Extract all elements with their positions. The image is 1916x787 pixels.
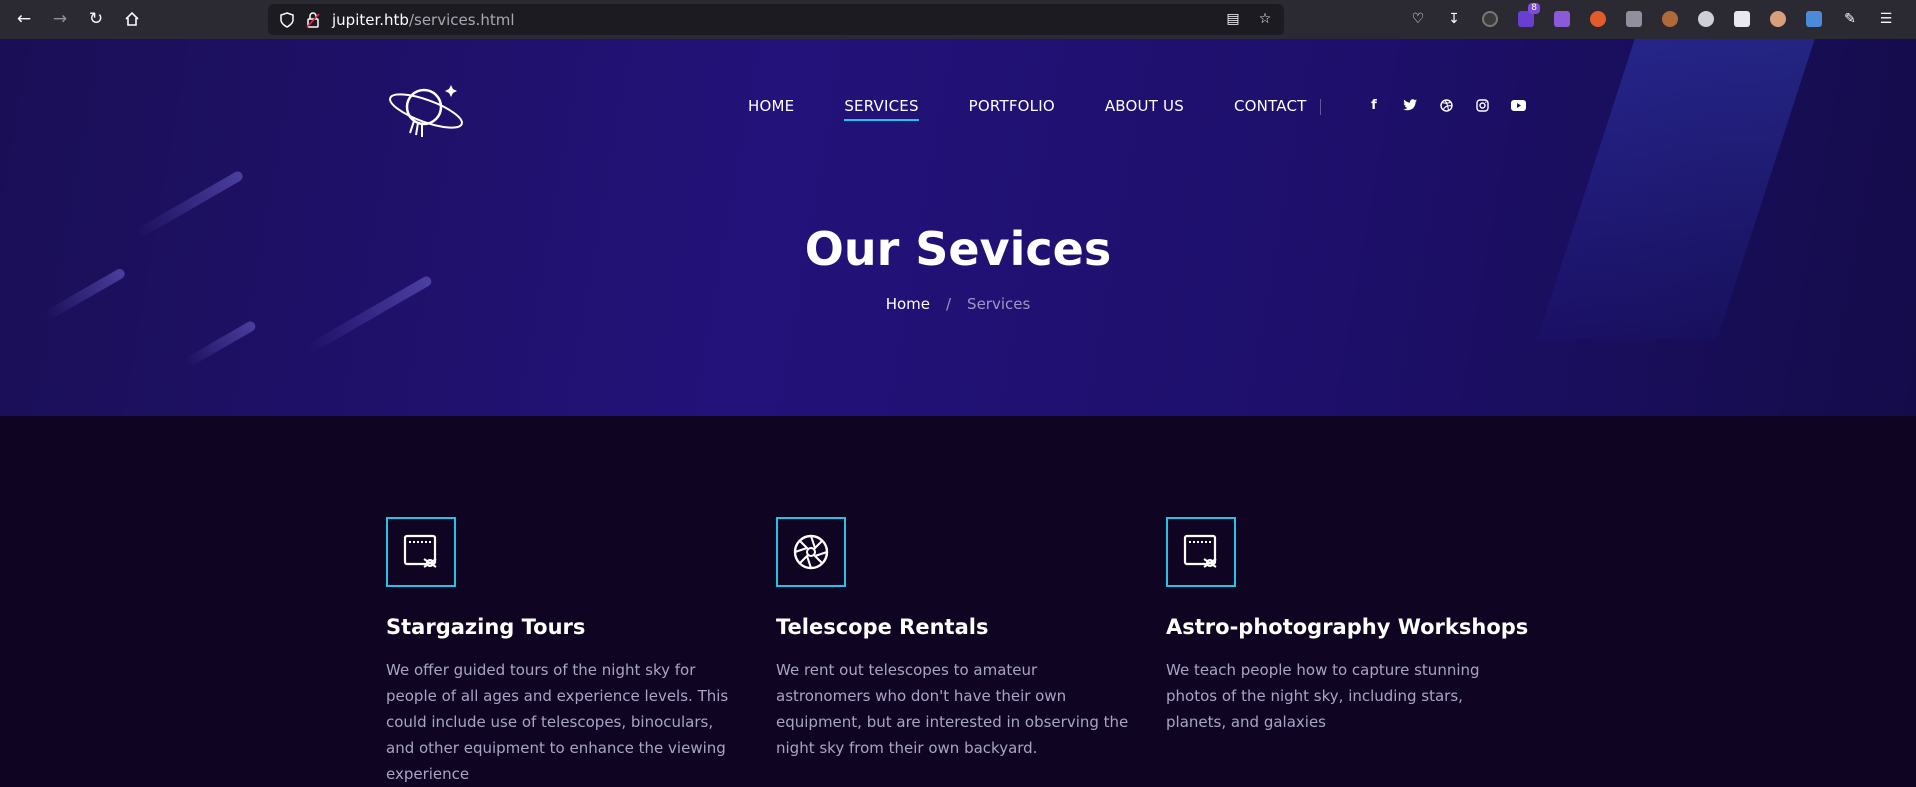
robot-extension-icon[interactable]: [1692, 5, 1720, 33]
main-nav: HOME SERVICES PORTFOLIO ABOUT US CONTACT: [748, 97, 1357, 121]
service-title: Astro-photography Workshops: [1166, 615, 1529, 639]
social-links: f: [1364, 95, 1528, 115]
back-button[interactable]: ←: [6, 4, 42, 34]
url-host: jupiter.htb: [332, 10, 409, 29]
nav-contact[interactable]: CONTACT: [1234, 97, 1307, 121]
service-card: Stargazing Tours We offer guided tours o…: [386, 517, 756, 787]
service-icon-box: [1166, 517, 1236, 587]
back-arrow-icon: ←: [16, 9, 32, 29]
forward-arrow-icon: →: [52, 9, 68, 29]
extensions-menu-icon[interactable]: ✎: [1836, 5, 1864, 33]
service-icon-box: [386, 517, 456, 587]
dribbble-icon[interactable]: [1436, 95, 1456, 115]
aperture-icon: [793, 534, 829, 570]
twitter-icon[interactable]: [1400, 95, 1420, 115]
duckduckgo-icon[interactable]: [1584, 5, 1612, 33]
breadcrumb-separator: /: [945, 295, 952, 313]
face-extension-icon[interactable]: [1764, 5, 1792, 33]
download-icon[interactable]: ↧: [1440, 5, 1468, 33]
nav-home[interactable]: HOME: [748, 97, 794, 121]
page-title: Our Sevices: [804, 222, 1112, 276]
breadcrumb: Home / Services: [0, 295, 1916, 313]
service-description: We teach people how to capture stunning …: [1166, 661, 1480, 731]
hero-banner: HOME SERVICES PORTFOLIO ABOUT US CONTACT…: [0, 39, 1916, 416]
photo-edit-icon: [403, 534, 437, 568]
wallet-extension-icon[interactable]: [1728, 5, 1756, 33]
instagram-icon[interactable]: [1472, 95, 1492, 115]
reader-view-icon[interactable]: ▤: [1222, 8, 1244, 30]
service-icon-box: [776, 517, 846, 587]
pocket-icon[interactable]: ♡: [1404, 5, 1432, 33]
decor-streak: [306, 274, 434, 354]
service-card: Astro-photography Workshops We teach peo…: [1166, 517, 1536, 735]
breadcrumb-home[interactable]: Home: [886, 295, 930, 313]
photo-edit-icon: [1183, 534, 1217, 568]
nav-portfolio[interactable]: PORTFOLIO: [969, 97, 1055, 121]
insecure-lock-icon[interactable]: [302, 9, 324, 31]
browser-toolbar: ← → ↻ jupiter.htb/services.html ▤ ☆ ♡ ↧ …: [0, 0, 1916, 39]
service-title: Stargazing Tours: [386, 615, 586, 639]
address-bar[interactable]: jupiter.htb/services.html ▤ ☆: [268, 4, 1284, 35]
nav-divider: [1320, 99, 1321, 115]
hamburger-menu-icon[interactable]: ☰: [1872, 5, 1900, 33]
url-path: /services.html: [408, 10, 515, 29]
wappalyzer-icon[interactable]: [1800, 5, 1828, 33]
nav-services[interactable]: SERVICES: [844, 97, 920, 121]
puzzle-extension-icon[interactable]: [1620, 5, 1648, 33]
reload-button[interactable]: ↻: [78, 4, 114, 34]
extension-badge: 8: [1528, 3, 1540, 14]
bookmark-star-icon[interactable]: ☆: [1254, 8, 1276, 30]
service-card: Telescope Rentals We rent out telescopes…: [776, 517, 1146, 761]
profile-extension-icon[interactable]: [1476, 5, 1504, 33]
decor-streak: [182, 319, 258, 369]
service-title: Telescope Rentals: [776, 615, 989, 639]
decor-light-beam: [1537, 39, 1815, 339]
home-icon: [125, 11, 139, 26]
url-text[interactable]: jupiter.htb/services.html: [332, 11, 515, 29]
facebook-icon[interactable]: f: [1364, 95, 1384, 115]
home-button[interactable]: [114, 4, 150, 34]
youtube-icon[interactable]: [1508, 95, 1528, 115]
cube-extension-icon[interactable]: [1548, 5, 1576, 33]
shield-icon[interactable]: [276, 9, 298, 31]
service-description: We offer guided tours of the night sky f…: [386, 661, 729, 783]
jupiter-logo[interactable]: [386, 77, 466, 143]
cookie-extension-icon[interactable]: [1656, 5, 1684, 33]
extension-icon-stack[interactable]: 8: [1512, 3, 1540, 33]
service-description: We rent out telescopes to amateur astron…: [776, 661, 1129, 757]
reload-icon: ↻: [88, 9, 104, 29]
nav-about-us[interactable]: ABOUT US: [1105, 97, 1184, 121]
forward-button[interactable]: →: [42, 4, 78, 34]
breadcrumb-current: Services: [967, 295, 1031, 313]
